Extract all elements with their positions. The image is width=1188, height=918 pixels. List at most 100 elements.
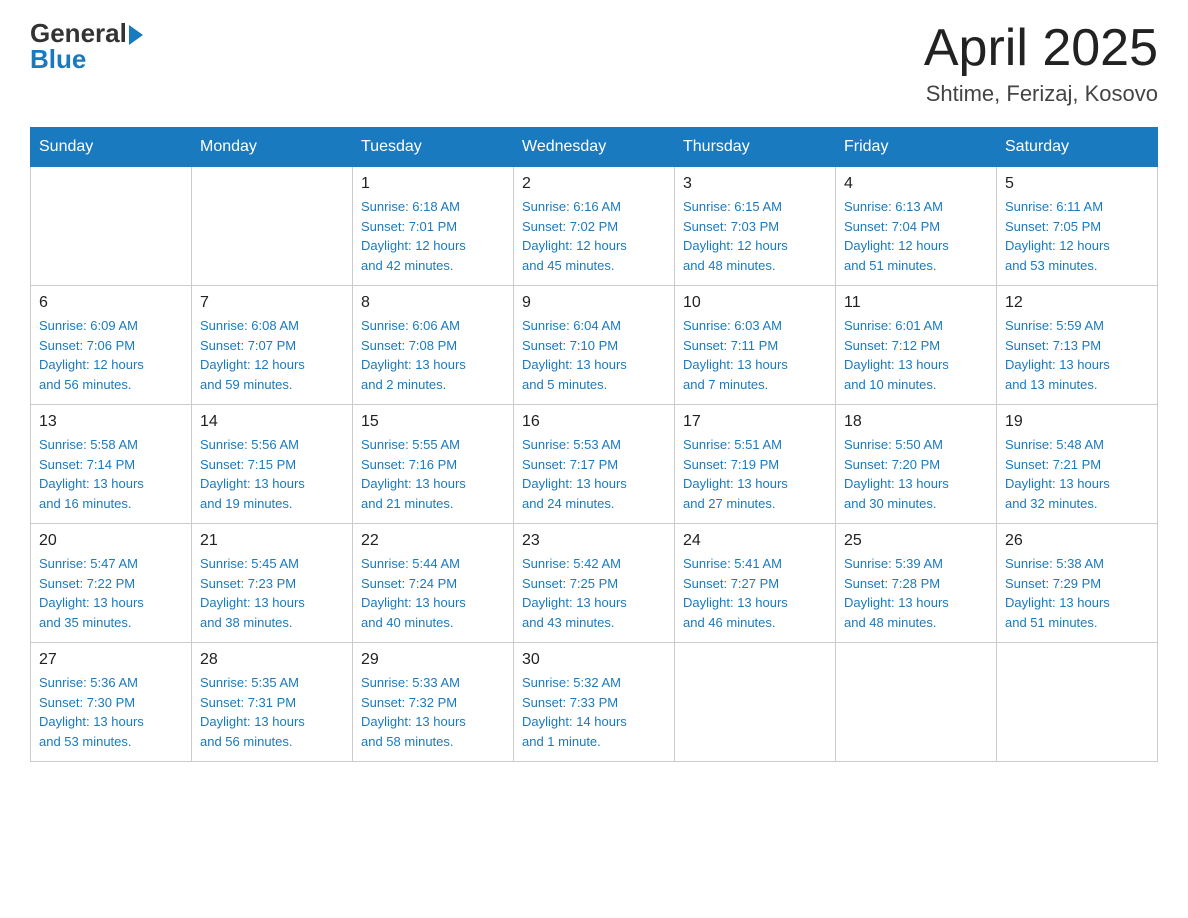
day-number: 24 — [683, 532, 827, 550]
day-cell: 6Sunrise: 6:09 AMSunset: 7:06 PMDaylight… — [31, 286, 192, 405]
day-number: 3 — [683, 175, 827, 193]
day-number: 6 — [39, 294, 183, 312]
day-info: Sunrise: 5:44 AMSunset: 7:24 PMDaylight:… — [361, 554, 505, 632]
day-cell: 12Sunrise: 5:59 AMSunset: 7:13 PMDayligh… — [997, 286, 1158, 405]
day-info: Sunrise: 6:06 AMSunset: 7:08 PMDaylight:… — [361, 316, 505, 394]
logo-blue: Blue — [30, 46, 143, 72]
day-number: 19 — [1005, 413, 1149, 431]
day-number: 9 — [522, 294, 666, 312]
day-cell: 3 Sunrise: 6:15 AMSunset: 7:03 PMDaylight… — [675, 167, 836, 286]
day-number: 8 — [361, 294, 505, 312]
day-cell: 13Sunrise: 5:58 AMSunset: 7:14 PMDayligh… — [31, 405, 192, 524]
day-cell: 11 Sunrise: 6:01 AMSunset: 7:12 PMDayligh… — [836, 286, 997, 405]
day-number: 21 — [200, 532, 344, 550]
day-cell: 19 Sunrise: 5:48 AMSunset: 7:21 PMDayligh… — [997, 405, 1158, 524]
day-number: 27 — [39, 651, 183, 669]
day-cell: 20 Sunrise: 5:47 AMSunset: 7:22 PMDayligh… — [31, 524, 192, 643]
day-cell: 24 Sunrise: 5:41 AMSunset: 7:27 PMDayligh… — [675, 524, 836, 643]
day-cell: 17 Sunrise: 5:51 AMSunset: 7:19 PMDayligh… — [675, 405, 836, 524]
day-number: 29 — [361, 651, 505, 669]
week-row-2: 6Sunrise: 6:09 AMSunset: 7:06 PMDaylight… — [31, 286, 1158, 405]
day-number: 26 — [1005, 532, 1149, 550]
header-cell-tuesday: Tuesday — [353, 128, 514, 167]
day-info: Sunrise: 5:38 AMSunset: 7:29 PMDaylight:… — [1005, 554, 1149, 632]
day-cell: 16 Sunrise: 5:53 AMSunset: 7:17 PMDayligh… — [514, 405, 675, 524]
day-info: Sunrise: 5:33 AMSunset: 7:32 PMDaylight:… — [361, 673, 505, 751]
day-number: 28 — [200, 651, 344, 669]
day-number: 13 — [39, 413, 183, 431]
day-info: Sunrise: 6:11 AMSunset: 7:05 PMDaylight:… — [1005, 197, 1149, 275]
day-info: Sunrise: 5:51 AMSunset: 7:19 PMDaylight:… — [683, 435, 827, 513]
logo-arrow-icon — [129, 25, 143, 45]
header-cell-saturday: Saturday — [997, 128, 1158, 167]
logo-general: General — [30, 20, 127, 46]
day-cell: 8 Sunrise: 6:06 AMSunset: 7:08 PMDaylight… — [353, 286, 514, 405]
header-cell-thursday: Thursday — [675, 128, 836, 167]
header-cell-monday: Monday — [192, 128, 353, 167]
day-number: 10 — [683, 294, 827, 312]
day-info: Sunrise: 5:55 AMSunset: 7:16 PMDaylight:… — [361, 435, 505, 513]
day-number: 20 — [39, 532, 183, 550]
day-number: 22 — [361, 532, 505, 550]
day-info: Sunrise: 5:47 AMSunset: 7:22 PMDaylight:… — [39, 554, 183, 632]
day-cell: 28 Sunrise: 5:35 AMSunset: 7:31 PMDayligh… — [192, 643, 353, 762]
day-number: 16 — [522, 413, 666, 431]
day-cell: 14Sunrise: 5:56 AMSunset: 7:15 PMDayligh… — [192, 405, 353, 524]
day-cell: 29 Sunrise: 5:33 AMSunset: 7:32 PMDayligh… — [353, 643, 514, 762]
day-info: Sunrise: 5:35 AMSunset: 7:31 PMDaylight:… — [200, 673, 344, 751]
calendar-table: SundayMondayTuesdayWednesdayThursdayFrid… — [30, 127, 1158, 762]
week-row-5: 27 Sunrise: 5:36 AMSunset: 7:30 PMDayligh… — [31, 643, 1158, 762]
day-cell — [192, 167, 353, 286]
day-cell: 30Sunrise: 5:32 AMSunset: 7:33 PMDayligh… — [514, 643, 675, 762]
day-cell — [997, 643, 1158, 762]
logo-text-block: General Blue — [30, 20, 143, 72]
day-info: Sunrise: 5:56 AMSunset: 7:15 PMDaylight:… — [200, 435, 344, 513]
day-info: Sunrise: 6:16 AMSunset: 7:02 PMDaylight:… — [522, 197, 666, 275]
day-cell — [836, 643, 997, 762]
day-cell: 2Sunrise: 6:16 AMSunset: 7:02 PMDaylight… — [514, 167, 675, 286]
day-info: Sunrise: 6:01 AMSunset: 7:12 PMDaylight:… — [844, 316, 988, 394]
day-number: 11 — [844, 294, 988, 312]
day-info: Sunrise: 5:42 AMSunset: 7:25 PMDaylight:… — [522, 554, 666, 632]
day-info: Sunrise: 5:50 AMSunset: 7:20 PMDaylight:… — [844, 435, 988, 513]
day-cell: 9 Sunrise: 6:04 AMSunset: 7:10 PMDaylight… — [514, 286, 675, 405]
day-info: Sunrise: 5:53 AMSunset: 7:17 PMDaylight:… — [522, 435, 666, 513]
calendar-body: 1Sunrise: 6:18 AMSunset: 7:01 PMDaylight… — [31, 167, 1158, 762]
day-info: Sunrise: 5:39 AMSunset: 7:28 PMDaylight:… — [844, 554, 988, 632]
day-info: Sunrise: 6:03 AMSunset: 7:11 PMDaylight:… — [683, 316, 827, 394]
day-cell: 21Sunrise: 5:45 AMSunset: 7:23 PMDayligh… — [192, 524, 353, 643]
day-cell: 25Sunrise: 5:39 AMSunset: 7:28 PMDayligh… — [836, 524, 997, 643]
header-cell-wednesday: Wednesday — [514, 128, 675, 167]
title-block: April 2025 Shtime, Ferizaj, Kosovo — [924, 20, 1158, 107]
day-cell: 1Sunrise: 6:18 AMSunset: 7:01 PMDaylight… — [353, 167, 514, 286]
day-info: Sunrise: 6:04 AMSunset: 7:10 PMDaylight:… — [522, 316, 666, 394]
header-cell-friday: Friday — [836, 128, 997, 167]
day-cell — [675, 643, 836, 762]
day-number: 18 — [844, 413, 988, 431]
day-cell: 26 Sunrise: 5:38 AMSunset: 7:29 PMDayligh… — [997, 524, 1158, 643]
day-info: Sunrise: 6:15 AMSunset: 7:03 PMDaylight:… — [683, 197, 827, 275]
calendar-title: April 2025 — [924, 20, 1158, 77]
day-info: Sunrise: 5:41 AMSunset: 7:27 PMDaylight:… — [683, 554, 827, 632]
day-info: Sunrise: 5:59 AMSunset: 7:13 PMDaylight:… — [1005, 316, 1149, 394]
day-cell: 5 Sunrise: 6:11 AMSunset: 7:05 PMDaylight… — [997, 167, 1158, 286]
day-number: 1 — [361, 175, 505, 193]
day-cell: 10 Sunrise: 6:03 AMSunset: 7:11 PMDayligh… — [675, 286, 836, 405]
day-number: 5 — [1005, 175, 1149, 193]
day-number: 23 — [522, 532, 666, 550]
day-cell: 18 Sunrise: 5:50 AMSunset: 7:20 PMDayligh… — [836, 405, 997, 524]
day-info: Sunrise: 5:48 AMSunset: 7:21 PMDaylight:… — [1005, 435, 1149, 513]
day-number: 15 — [361, 413, 505, 431]
header-cell-sunday: Sunday — [31, 128, 192, 167]
calendar-subtitle: Shtime, Ferizaj, Kosovo — [924, 81, 1158, 107]
header-row: SundayMondayTuesdayWednesdayThursdayFrid… — [31, 128, 1158, 167]
day-number: 17 — [683, 413, 827, 431]
day-cell: 7Sunrise: 6:08 AMSunset: 7:07 PMDaylight… — [192, 286, 353, 405]
day-cell: 23 Sunrise: 5:42 AMSunset: 7:25 PMDayligh… — [514, 524, 675, 643]
day-cell: 27 Sunrise: 5:36 AMSunset: 7:30 PMDayligh… — [31, 643, 192, 762]
day-info: Sunrise: 6:08 AMSunset: 7:07 PMDaylight:… — [200, 316, 344, 394]
week-row-1: 1Sunrise: 6:18 AMSunset: 7:01 PMDaylight… — [31, 167, 1158, 286]
calendar-header: SundayMondayTuesdayWednesdayThursdayFrid… — [31, 128, 1158, 167]
day-info: Sunrise: 5:36 AMSunset: 7:30 PMDaylight:… — [39, 673, 183, 751]
day-cell: 4Sunrise: 6:13 AMSunset: 7:04 PMDaylight… — [836, 167, 997, 286]
